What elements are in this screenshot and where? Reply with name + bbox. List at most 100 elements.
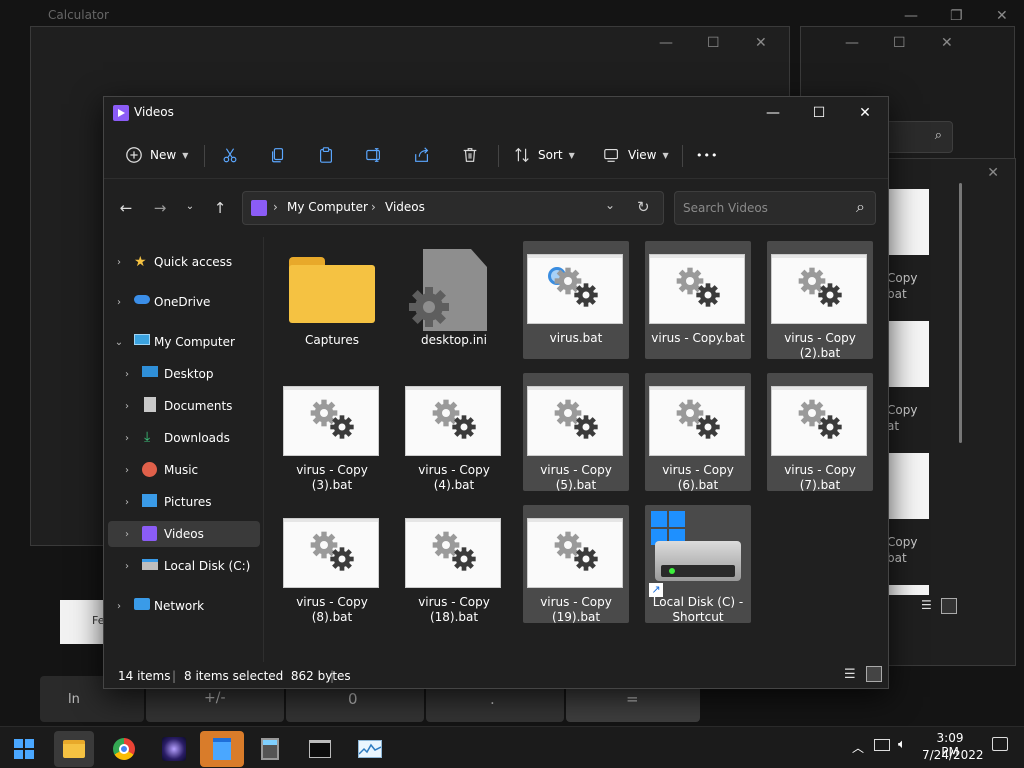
calc-minimize-button[interactable]: — bbox=[904, 8, 918, 24]
chevron-right-icon[interactable]: › bbox=[122, 497, 132, 508]
maximize-button[interactable]: ☐ bbox=[796, 97, 842, 129]
chevron-right-icon[interactable]: › bbox=[122, 401, 132, 412]
nav-item-quick-access[interactable]: › ★ Quick access bbox=[108, 249, 260, 275]
clock-date[interactable]: 7/24/2022 bbox=[922, 748, 984, 762]
nav-item-local-disk[interactable]: › Local Disk (C:) bbox=[108, 553, 260, 579]
search-input[interactable]: Search Videos bbox=[683, 201, 768, 215]
chevron-right-icon[interactable]: › bbox=[122, 369, 132, 380]
search-box[interactable]: Search Videos ⌕ bbox=[674, 191, 876, 225]
file-tile-bat[interactable]: virus - Copy (18).bat bbox=[401, 505, 507, 624]
file-name: virus - Copy (3).bat bbox=[296, 463, 368, 492]
file-tile-desktop-ini[interactable]: desktop.ini bbox=[401, 243, 507, 361]
taskbar-resource-monitor[interactable] bbox=[350, 731, 390, 767]
chevron-right-icon[interactable]: › bbox=[122, 561, 132, 572]
nav-label: Local Disk (C:) bbox=[164, 559, 251, 573]
nav-item-downloads[interactable]: › ⤓ Downloads bbox=[108, 425, 260, 451]
nav-label: Quick access bbox=[154, 255, 233, 269]
bg-right-search[interactable]: ⌕ bbox=[881, 121, 953, 153]
file-name: virus - Copy (5).bat bbox=[540, 463, 612, 492]
title-bar[interactable]: Videos — ☐ ✕ bbox=[104, 97, 888, 129]
file-tile-bat[interactable]: virus - Copy (8).bat bbox=[279, 505, 385, 624]
chevron-right-icon[interactable]: › bbox=[114, 601, 124, 612]
file-tile-bat[interactable]: virus.bat bbox=[523, 241, 629, 359]
taskbar-calculator[interactable] bbox=[250, 731, 290, 767]
minimize-button[interactable]: — bbox=[750, 97, 796, 129]
file-tile-shortcut[interactable]: ↗ Local Disk (C) - Shortcut bbox=[645, 505, 751, 624]
chevron-down-icon[interactable]: ⌄ bbox=[114, 337, 124, 348]
grid-view-icon[interactable] bbox=[941, 598, 957, 614]
view-button[interactable]: View ▼ bbox=[602, 139, 669, 171]
address-bar[interactable]: › My Computer › Videos ⌄ ↻ bbox=[242, 191, 664, 225]
chevron-right-icon[interactable]: › bbox=[114, 297, 124, 308]
nav-item-pictures[interactable]: › Pictures bbox=[108, 489, 260, 515]
back-arrow-icon[interactable]: ← bbox=[116, 199, 136, 219]
bg-right-view-toggle[interactable]: ☰ bbox=[919, 597, 961, 617]
taskbar-file-explorer[interactable] bbox=[54, 731, 94, 767]
nav-item-videos[interactable]: › Videos bbox=[108, 521, 260, 547]
volume-icon[interactable]: 🔈︎ bbox=[898, 737, 906, 752]
start-button[interactable] bbox=[4, 731, 44, 767]
list-view-icon[interactable]: ☰ bbox=[921, 598, 932, 612]
taskbar-chrome[interactable] bbox=[104, 731, 144, 767]
chevron-right-icon[interactable]: › bbox=[114, 257, 124, 268]
taskbar-notepad[interactable] bbox=[200, 731, 244, 767]
bg-right-tile bbox=[889, 189, 929, 255]
file-tile-bat[interactable]: virus - Copy (19).bat bbox=[523, 505, 629, 624]
bg-left-close[interactable]: ✕ bbox=[755, 35, 767, 51]
file-tile-bat[interactable]: virus - Copy (2).bat bbox=[767, 241, 873, 360]
nav-item-network[interactable]: › Network bbox=[108, 593, 260, 619]
address-dropdown-chevron-icon[interactable]: ⌄ bbox=[605, 198, 615, 212]
details-view-icon[interactable]: ☰ bbox=[844, 667, 856, 682]
nav-item-music[interactable]: › Music bbox=[108, 457, 260, 483]
nav-item-onedrive[interactable]: › OneDrive bbox=[108, 289, 260, 315]
breadcrumb-my-computer[interactable]: My Computer bbox=[287, 200, 368, 214]
nav-item-my-computer[interactable]: ⌄ My Computer bbox=[108, 329, 260, 355]
network-status-icon[interactable] bbox=[874, 739, 890, 751]
more-options-button[interactable]: ••• bbox=[696, 139, 718, 171]
delete-button[interactable] bbox=[460, 139, 480, 171]
file-tile-bat[interactable]: virus - Copy (5).bat bbox=[523, 373, 629, 492]
file-tile-captures[interactable]: Captures bbox=[279, 243, 385, 361]
cut-button[interactable] bbox=[220, 139, 240, 171]
chevron-right-icon[interactable]: › bbox=[122, 529, 132, 540]
copy-button[interactable] bbox=[268, 139, 288, 171]
calc-close-button[interactable]: ✕ bbox=[996, 8, 1008, 24]
close-button[interactable]: ✕ bbox=[842, 97, 888, 129]
refresh-icon[interactable]: ↻ bbox=[637, 198, 650, 216]
new-button[interactable]: New ▼ bbox=[124, 139, 188, 171]
bg-inner-close[interactable]: ✕ bbox=[987, 165, 999, 181]
nav-item-documents[interactable]: › Documents bbox=[108, 393, 260, 419]
bg-right-maximize[interactable]: ☐ bbox=[893, 35, 906, 51]
bg-left-minimize[interactable]: — bbox=[659, 35, 673, 51]
taskbar-terminal[interactable] bbox=[300, 731, 340, 767]
recent-locations-chevron-icon[interactable]: ⌄ bbox=[180, 201, 200, 221]
file-name: virus - Copy.bat bbox=[651, 331, 745, 345]
up-arrow-icon[interactable]: ↑ bbox=[210, 199, 230, 219]
notification-icon[interactable] bbox=[992, 737, 1008, 751]
bg-inner-scrollbar[interactable] bbox=[959, 183, 962, 443]
tiles-view-icon[interactable] bbox=[866, 666, 882, 682]
batch-file-thumbnail bbox=[527, 254, 623, 324]
file-tile-bat[interactable]: virus - Copy (4).bat bbox=[401, 373, 507, 492]
chevron-right-icon[interactable]: › bbox=[122, 465, 132, 476]
show-hidden-icons-chevron-icon[interactable]: ︿ bbox=[852, 739, 864, 756]
file-tile-bat[interactable]: virus - Copy (3).bat bbox=[279, 373, 385, 492]
bg-right-minimize[interactable]: — bbox=[845, 35, 859, 51]
taskbar-space-game[interactable] bbox=[154, 731, 194, 767]
forward-arrow-icon[interactable]: → bbox=[150, 199, 170, 219]
calc-maximize-button[interactable]: ❐ bbox=[950, 8, 963, 24]
search-icon[interactable]: ⌕ bbox=[856, 197, 865, 217]
paste-button[interactable] bbox=[316, 139, 336, 171]
file-tile-bat[interactable]: virus - Copy (6).bat bbox=[645, 373, 751, 492]
nav-item-desktop[interactable]: › Desktop bbox=[108, 361, 260, 387]
bg-left-maximize[interactable]: ☐ bbox=[707, 35, 720, 51]
rename-button[interactable] bbox=[364, 139, 384, 171]
sort-icon bbox=[512, 145, 532, 165]
bg-right-close[interactable]: ✕ bbox=[941, 35, 953, 51]
sort-button[interactable]: Sort ▼ bbox=[512, 139, 575, 171]
breadcrumb-videos[interactable]: Videos bbox=[385, 200, 425, 214]
chevron-right-icon[interactable]: › bbox=[122, 433, 132, 444]
share-button[interactable] bbox=[412, 139, 432, 171]
file-tile-bat[interactable]: virus - Copy.bat bbox=[645, 241, 751, 359]
file-tile-bat[interactable]: virus - Copy (7).bat bbox=[767, 373, 873, 492]
